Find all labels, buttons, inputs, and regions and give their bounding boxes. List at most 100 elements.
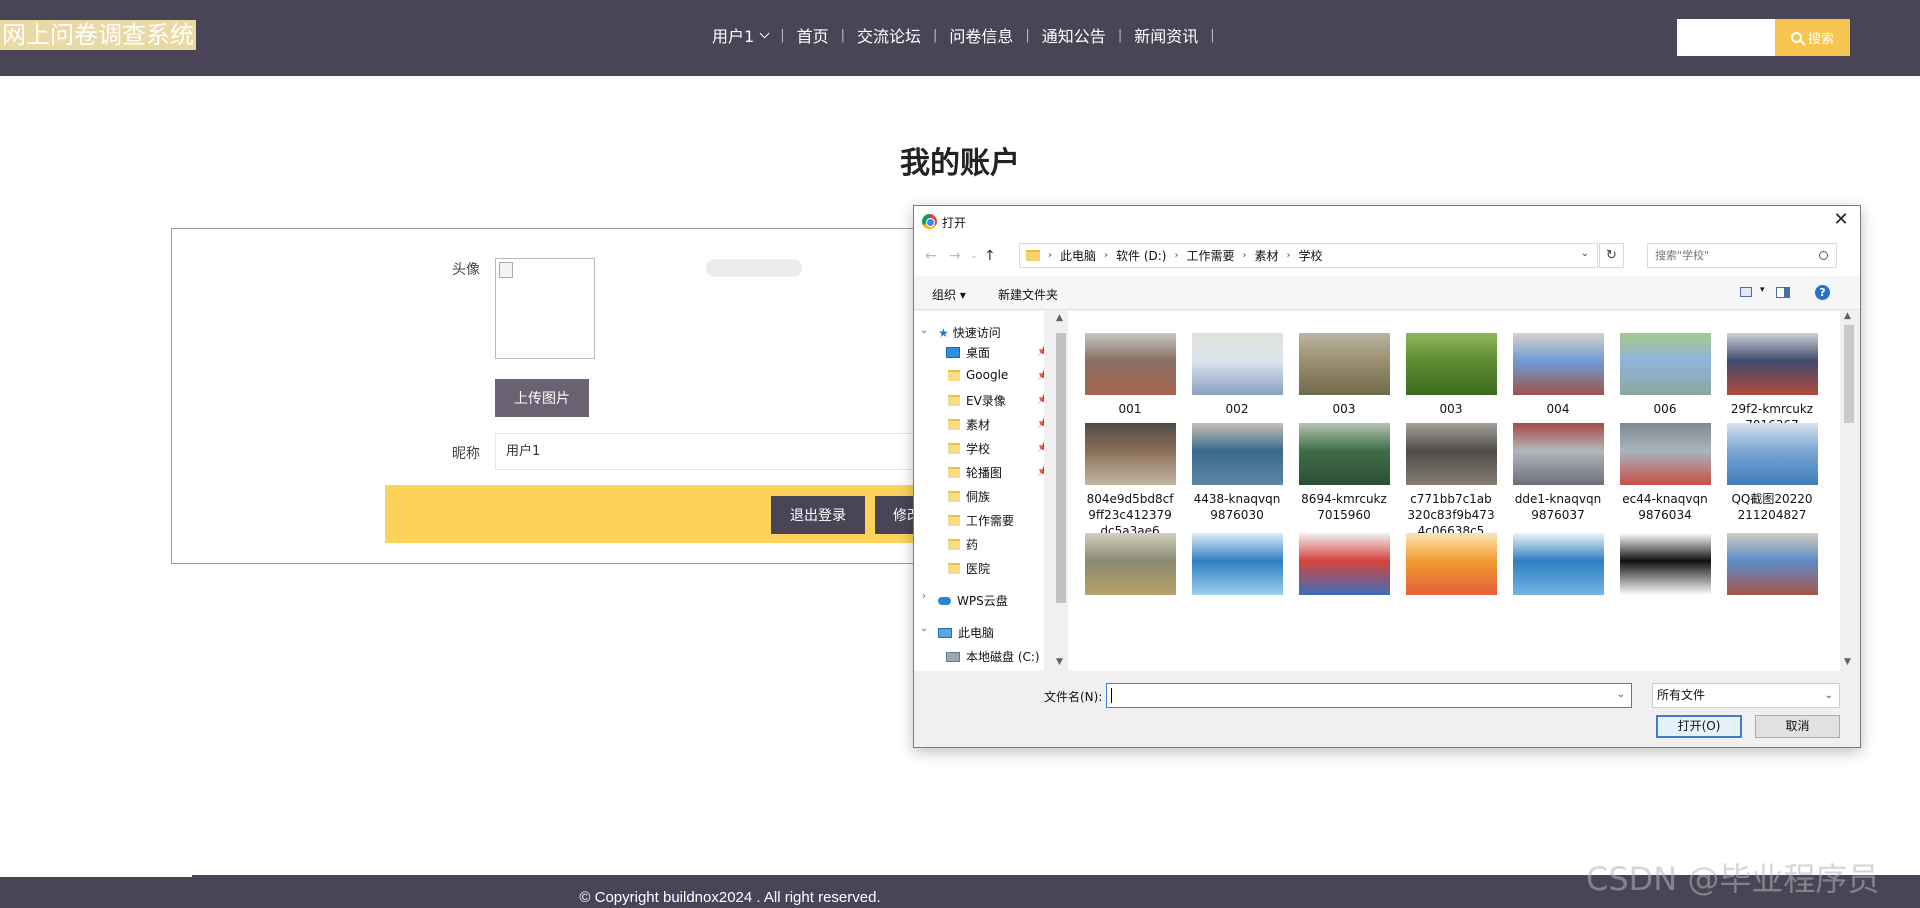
watermark: CSDN @毕业程序员 xyxy=(1586,860,1880,898)
file-item[interactable]: 006 xyxy=(1615,333,1715,417)
tree-item-hospital[interactable]: 医院 xyxy=(948,560,990,577)
upload-image-button[interactable]: 上传图片 xyxy=(495,379,589,417)
address-bar[interactable]: › 此电脑 › 软件 (D:) › 工作需要 › 素材 › 学校 ⌄ xyxy=(1019,243,1598,268)
scroll-up-icon[interactable]: ▲ xyxy=(1844,311,1851,321)
scroll-up-icon[interactable]: ▲ xyxy=(1056,313,1063,323)
breadcrumb-item[interactable]: 学校 xyxy=(1299,247,1323,264)
breadcrumb-item[interactable]: 素材 xyxy=(1255,247,1279,264)
file-item[interactable]: 003 xyxy=(1401,333,1501,417)
file-item[interactable]: 002 xyxy=(1187,333,1287,417)
address-row: ← → ⌄ ↑ › 此电脑 › 软件 (D:) › 工作需要 › 素材 › 学校… xyxy=(914,236,1860,276)
chevron-down-icon[interactable]: ▾ xyxy=(1760,285,1765,295)
tree-label: 轮播图 xyxy=(966,466,1003,480)
tree-item-school[interactable]: 学校 xyxy=(948,440,990,457)
file-item[interactable]: 804e9d5bd8cf9ff23c412379dc5a3ae6 xyxy=(1080,423,1180,539)
broken-image-icon xyxy=(499,262,513,278)
refresh-icon[interactable]: ↻ xyxy=(1599,243,1624,268)
file-item[interactable] xyxy=(1508,533,1608,601)
breadcrumb-item[interactable]: 软件 (D:) xyxy=(1116,247,1166,264)
file-item[interactable]: dde1-knaqvqn9876037 xyxy=(1508,423,1608,523)
open-file-dialog: 打开 ✕ ← → ⌄ ↑ › 此电脑 › 软件 (D:) › 工作需要 › 素材… xyxy=(913,205,1861,748)
chrome-icon xyxy=(922,214,937,229)
folder-icon xyxy=(948,563,960,574)
cancel-button[interactable]: 取消 xyxy=(1755,715,1840,738)
file-item[interactable]: c771bb7c1ab320c83f9b4734c06638c5 xyxy=(1401,423,1501,539)
dialog-titlebar[interactable]: 打开 ✕ xyxy=(914,206,1860,236)
view-mode-icon[interactable] xyxy=(1740,287,1752,297)
tree-item-work[interactable]: 工作需要 xyxy=(948,512,1014,529)
back-arrow-icon[interactable]: ← xyxy=(925,248,937,264)
filetype-select[interactable]: 所有文件 ⌄ xyxy=(1652,683,1840,708)
footer-strip xyxy=(0,875,192,877)
tree-item-google[interactable]: Google xyxy=(948,368,1008,382)
tree-this-pc[interactable]: 此电脑 xyxy=(938,624,994,641)
new-folder-button[interactable]: 新建文件夹 xyxy=(998,286,1058,303)
file-item[interactable] xyxy=(1401,533,1501,601)
file-scrollbar[interactable]: ▲ ▼ xyxy=(1840,311,1858,671)
site-brand[interactable]: 网上问卷调查系统 xyxy=(0,20,196,50)
file-item[interactable]: 29f2-kmrcukz7016367 xyxy=(1722,333,1822,433)
file-item[interactable]: QQ截图20220211204827 xyxy=(1722,423,1822,523)
nav-survey-info[interactable]: 问卷信息 xyxy=(937,23,1025,47)
breadcrumb-item[interactable]: 此电脑 xyxy=(1060,247,1096,264)
chevron-down-icon[interactable]: ⌄ xyxy=(1617,689,1625,700)
tree-item-medicine[interactable]: 药 xyxy=(948,536,978,553)
file-item[interactable] xyxy=(1080,533,1180,601)
recent-dropdown-icon[interactable]: ⌄ xyxy=(970,251,978,261)
folder-search-input[interactable]: 搜索"学校" xyxy=(1647,243,1837,268)
file-item[interactable]: 001 xyxy=(1080,333,1180,417)
avatar-label: 头像 xyxy=(452,262,480,278)
search-icon xyxy=(1819,251,1828,260)
tree-wps[interactable]: WPS云盘 xyxy=(938,592,1008,609)
tree-local-disk[interactable]: 本地磁盘 (C:) xyxy=(946,648,1040,665)
nav-scrollbar[interactable]: ▲ ▼ xyxy=(1054,311,1068,671)
file-item[interactable] xyxy=(1615,533,1715,601)
scroll-thumb[interactable] xyxy=(1056,333,1066,603)
file-item[interactable]: 8694-kmrcukz7015960 xyxy=(1294,423,1394,523)
tree-item-desktop[interactable]: 桌面 xyxy=(946,344,990,361)
image-thumbnail xyxy=(1405,423,1497,485)
logout-button[interactable]: 退出登录 xyxy=(771,496,865,534)
forward-arrow-icon[interactable]: → xyxy=(949,248,961,264)
tree-item-ev[interactable]: EV录像 xyxy=(948,392,1006,409)
nav-forum[interactable]: 交流论坛 xyxy=(845,23,933,47)
search-input[interactable] xyxy=(1677,19,1775,56)
chevron-down-icon[interactable]: ⌄ xyxy=(920,325,928,336)
file-name: 003 xyxy=(1439,402,1463,416)
filename-input[interactable]: ⌄ xyxy=(1106,683,1632,708)
chevron-right-icon[interactable]: › xyxy=(922,591,926,602)
nav-user-menu[interactable]: 用户1 xyxy=(700,23,780,47)
nav-notice[interactable]: 通知公告 xyxy=(1030,23,1118,47)
file-item[interactable] xyxy=(1294,533,1394,601)
tree-item-material[interactable]: 素材 xyxy=(948,416,990,433)
file-item[interactable]: 003 xyxy=(1294,333,1394,417)
file-item[interactable] xyxy=(1722,533,1822,601)
image-thumbnail xyxy=(1726,333,1818,395)
file-name: 001 xyxy=(1118,402,1142,416)
scroll-thumb[interactable] xyxy=(1844,325,1854,423)
nav-news[interactable]: 新闻资讯 xyxy=(1122,23,1210,47)
star-icon: ★ xyxy=(938,325,949,340)
organize-menu[interactable]: 组织 ▾ xyxy=(932,286,966,303)
tree-item-dong[interactable]: 侗族 xyxy=(948,488,990,505)
file-item[interactable]: ec44-knaqvqn9876034 xyxy=(1615,423,1715,523)
breadcrumb-item[interactable]: 工作需要 xyxy=(1186,247,1234,264)
tree-item-carousel[interactable]: 轮播图 xyxy=(948,464,1002,481)
close-icon[interactable]: ✕ xyxy=(1828,209,1854,233)
search-button[interactable]: 搜索 xyxy=(1775,19,1850,56)
chevron-down-icon[interactable]: ⌄ xyxy=(1581,248,1589,259)
file-item[interactable]: 004 xyxy=(1508,333,1608,417)
file-item[interactable] xyxy=(1187,533,1287,601)
nav-home[interactable]: 首页 xyxy=(785,23,841,47)
scroll-down-icon[interactable]: ▼ xyxy=(1844,657,1851,667)
pin-icon: 📌 xyxy=(1037,395,1044,405)
up-arrow-icon[interactable]: ↑ xyxy=(984,248,996,264)
preview-pane-icon[interactable] xyxy=(1776,287,1790,298)
open-button[interactable]: 打开(O) xyxy=(1656,715,1742,738)
nickname-input[interactable]: 用户1 xyxy=(495,433,915,470)
file-item[interactable]: 4438-knaqvqn9876030 xyxy=(1187,423,1287,523)
tree-quick-access[interactable]: ★ 快速访问 xyxy=(938,324,1001,341)
scroll-down-icon[interactable]: ▼ xyxy=(1056,657,1063,667)
chevron-down-icon[interactable]: ⌄ xyxy=(920,623,928,634)
help-icon[interactable]: ? xyxy=(1815,285,1830,300)
